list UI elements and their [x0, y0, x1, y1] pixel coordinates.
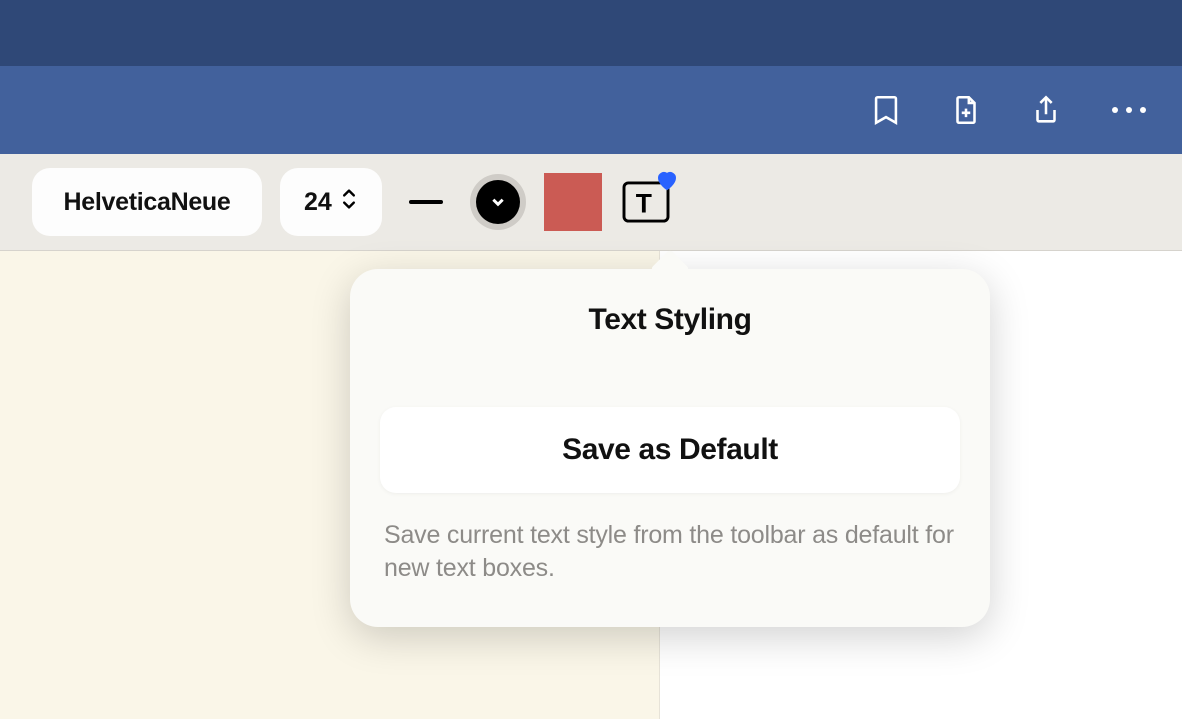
- svg-text:T: T: [636, 188, 652, 218]
- share-icon[interactable]: [1028, 92, 1064, 128]
- text-style-favorite-button[interactable]: T: [620, 176, 672, 228]
- text-weight-button[interactable]: [470, 174, 526, 230]
- font-picker[interactable]: HelveticaNeue: [32, 168, 262, 236]
- text-color-swatch[interactable]: [544, 173, 602, 231]
- font-size-label: 24: [304, 188, 332, 217]
- text-styling-popover: Text Styling Save as Default Save curren…: [350, 269, 990, 627]
- font-name-label: HelveticaNeue: [63, 188, 230, 217]
- align-left-button[interactable]: [400, 176, 452, 228]
- add-page-icon[interactable]: [948, 92, 984, 128]
- stepper-icon: [340, 187, 358, 218]
- document-canvas: Text Styling Save as Default Save curren…: [0, 251, 1182, 719]
- font-size-stepper[interactable]: 24: [280, 168, 382, 236]
- save-as-default-label: Save as Default: [562, 433, 778, 466]
- navigation-bar: [0, 66, 1182, 154]
- save-as-default-button[interactable]: Save as Default: [380, 407, 960, 493]
- text-toolbar: HelveticaNeue 24 T: [0, 154, 1182, 251]
- bookmark-icon[interactable]: [868, 92, 904, 128]
- popover-title: Text Styling: [380, 303, 960, 337]
- more-icon[interactable]: [1108, 107, 1150, 113]
- popover-description: Save current text style from the toolbar…: [380, 519, 960, 585]
- heart-icon: [655, 168, 679, 192]
- status-bar: [0, 0, 1182, 66]
